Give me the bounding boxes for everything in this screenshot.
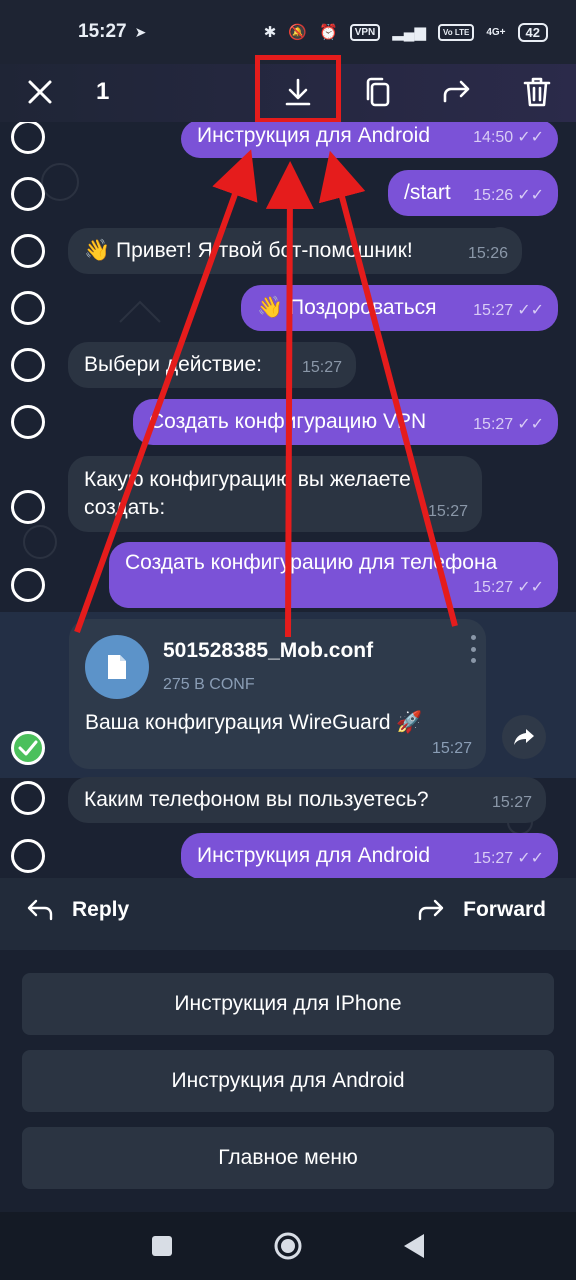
selected-checkbox[interactable] — [11, 731, 45, 765]
file-message-bubble[interactable]: 501528385_Mob.conf 275 B CONF Ваша конфи… — [69, 619, 486, 769]
battery-indicator: 42 — [517, 22, 548, 42]
select-checkbox[interactable] — [11, 348, 45, 382]
signal-icon: ▂▄▆ — [392, 24, 426, 41]
vpn-badge: VPN — [349, 23, 381, 41]
status-icons: ✱ 🔕 ⏰ VPN ▂▄▆ Vo LTE 4G+ 42 — [263, 22, 548, 42]
share-button[interactable] — [502, 715, 546, 759]
reply-button[interactable]: Reply — [26, 898, 129, 922]
message-text: Каким телефоном вы пользуетесь? — [84, 788, 429, 811]
status-time: 15:27 — [78, 21, 127, 42]
more-options-icon[interactable] — [468, 635, 478, 663]
file-name[interactable]: 501528385_Mob.conf — [163, 637, 373, 665]
message-bubble[interactable]: Какую конфигурацию вы желаете создать: 1… — [68, 456, 482, 532]
message-time: 15:27 — [473, 850, 514, 867]
forward-icon — [418, 899, 444, 921]
message-text: 👋 Поздороваться — [257, 296, 437, 319]
volte-badge: Vo LTE — [437, 23, 475, 41]
message-time: 15:27 — [427, 503, 468, 520]
trash-icon[interactable] — [517, 72, 557, 112]
message-text: 👋 Привет! Я твой бот-помошник! — [84, 239, 413, 262]
mute-icon: 🔕 — [288, 24, 308, 41]
double-check-icon: ✓✓ — [517, 579, 544, 596]
back-icon[interactable] — [398, 1230, 430, 1262]
home-icon[interactable] — [272, 1230, 304, 1262]
double-check-icon: ✓✓ — [517, 850, 544, 867]
message-text: /start — [404, 181, 451, 204]
reply-forward-bar: Reply Forward — [0, 878, 576, 950]
reply-icon — [27, 899, 53, 921]
message-text: Выбери действие: — [84, 353, 262, 376]
alarm-icon: ⏰ — [319, 24, 338, 41]
chat-area[interactable]: Инструкция для Android 14:50 ✓✓ /start 15… — [0, 122, 576, 878]
download-highlight-box — [255, 55, 341, 123]
message-bubble[interactable]: Инструкция для Android 15:27 ✓✓ — [181, 833, 558, 878]
select-checkbox[interactable] — [11, 781, 45, 815]
message-bubble[interactable]: Создать конфигурацию для телефона 15:27 ✓… — [109, 542, 558, 608]
file-meta: 275 B CONF — [163, 676, 255, 693]
message-time: 15:27 — [473, 416, 514, 433]
telegram-send-icon: ➤ — [134, 23, 147, 40]
double-check-icon: ✓✓ — [517, 302, 544, 319]
copy-icon[interactable] — [358, 72, 398, 112]
close-icon[interactable] — [20, 72, 60, 112]
message-text: Создать конфигурацию VPN — [149, 410, 427, 433]
message-text: Создать конфигурацию для телефона — [125, 551, 498, 574]
message-bubble[interactable]: /start 15:26 ✓✓ — [388, 170, 558, 216]
select-checkbox[interactable] — [11, 839, 45, 873]
selected-count: 1 — [96, 78, 110, 105]
checkmark-icon — [18, 740, 38, 756]
message-text: Инструкция для Android — [197, 844, 430, 867]
select-checkbox[interactable] — [11, 177, 45, 211]
message-time: 15:27 — [491, 794, 532, 811]
select-checkbox[interactable] — [11, 405, 45, 439]
message-time: 15:26 — [467, 245, 508, 262]
forward-icon[interactable] — [437, 72, 477, 112]
bot-keyboard: Инструкция для IPhone Инструкция для And… — [0, 950, 576, 1212]
select-checkbox[interactable] — [11, 568, 45, 602]
double-check-icon: ✓✓ — [517, 129, 544, 146]
double-check-icon: ✓✓ — [517, 187, 544, 204]
reply-label: Reply — [72, 898, 130, 921]
message-bubble[interactable]: 👋 Поздороваться 15:27 ✓✓ — [241, 285, 558, 331]
message-time: 15:27 — [473, 579, 514, 596]
file-caption: Ваша конфигурация WireGuard 🚀 — [85, 711, 423, 734]
message-bubble[interactable]: Инструкция для Android 14:50 ✓✓ — [181, 122, 558, 158]
message-bubble[interactable]: Создать конфигурацию VPN 15:27 ✓✓ — [133, 399, 558, 445]
recent-apps-icon[interactable] — [146, 1230, 178, 1262]
network-label: 4G+ — [486, 26, 506, 38]
select-checkbox[interactable] — [11, 291, 45, 325]
keyboard-button-android[interactable]: Инструкция для Android — [22, 1050, 554, 1112]
share-arrow-icon — [514, 729, 534, 745]
message-bubble[interactable]: Каким телефоном вы пользуетесь? 15:27 — [68, 777, 546, 823]
message-text: Инструкция для Android — [197, 124, 430, 147]
message-time: 15:27 — [431, 740, 472, 757]
message-time: 15:26 — [473, 187, 514, 204]
select-checkbox[interactable] — [11, 234, 45, 268]
select-checkbox[interactable] — [11, 490, 45, 524]
message-bubble[interactable]: 👋 Привет! Я твой бот-помошник! 15:26 — [68, 228, 522, 274]
message-bubble[interactable]: Выбери действие: 15:27 — [68, 342, 356, 388]
message-time: 14:50 — [473, 129, 514, 146]
system-nav-bar — [0, 1212, 576, 1280]
forward-label: Forward — [463, 898, 546, 921]
file-icon[interactable] — [85, 635, 149, 699]
keyboard-button-main-menu[interactable]: Главное меню — [22, 1127, 554, 1189]
message-text: Какую конфигурацию вы желаете создать: — [84, 468, 411, 519]
message-time: 15:27 — [301, 359, 342, 376]
bluetooth-icon: ✱ — [263, 24, 277, 41]
double-check-icon: ✓✓ — [517, 416, 544, 433]
keyboard-button-iphone[interactable]: Инструкция для IPhone — [22, 973, 554, 1035]
message-time: 15:27 — [473, 302, 514, 319]
forward-button[interactable]: Forward — [417, 898, 546, 922]
